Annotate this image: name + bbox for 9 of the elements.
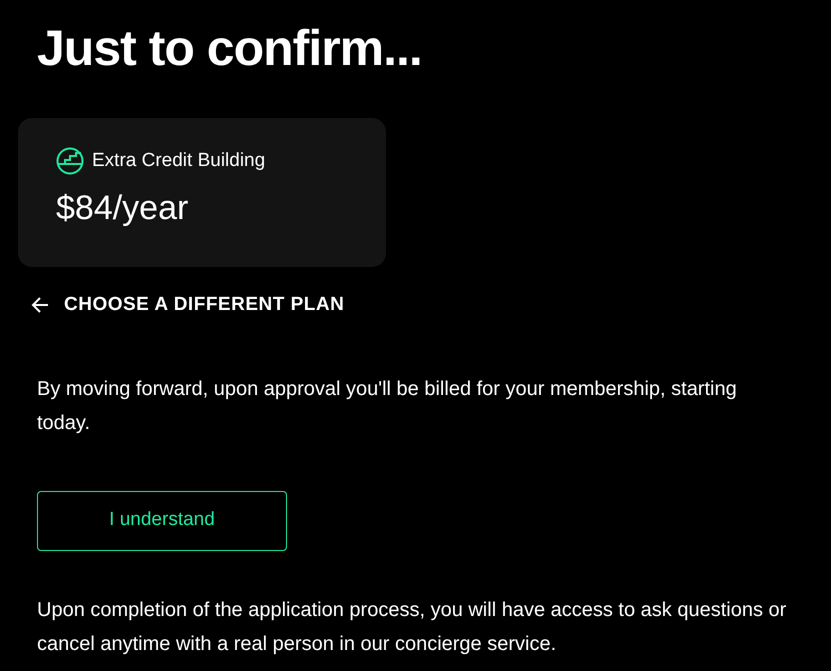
stairs-icon xyxy=(56,147,84,176)
plan-name: Extra Credit Building xyxy=(92,149,266,173)
plan-price: $84/year xyxy=(56,188,190,228)
billing-notice: By moving forward, upon approval you'll be billed for your membership, starting today. xyxy=(36,376,738,436)
understand-button[interactable]: I understand xyxy=(37,490,287,550)
page-heading: Just to confirm... xyxy=(36,19,423,78)
back-arrow-icon xyxy=(30,295,50,316)
back-link[interactable]: CHOOSE A DIFFERENT PLAN xyxy=(30,291,344,320)
concierge-text: Upon completion of the application process, you will have access to ask questions or cancel anytime with a real person in our concierge service. xyxy=(36,598,788,656)
